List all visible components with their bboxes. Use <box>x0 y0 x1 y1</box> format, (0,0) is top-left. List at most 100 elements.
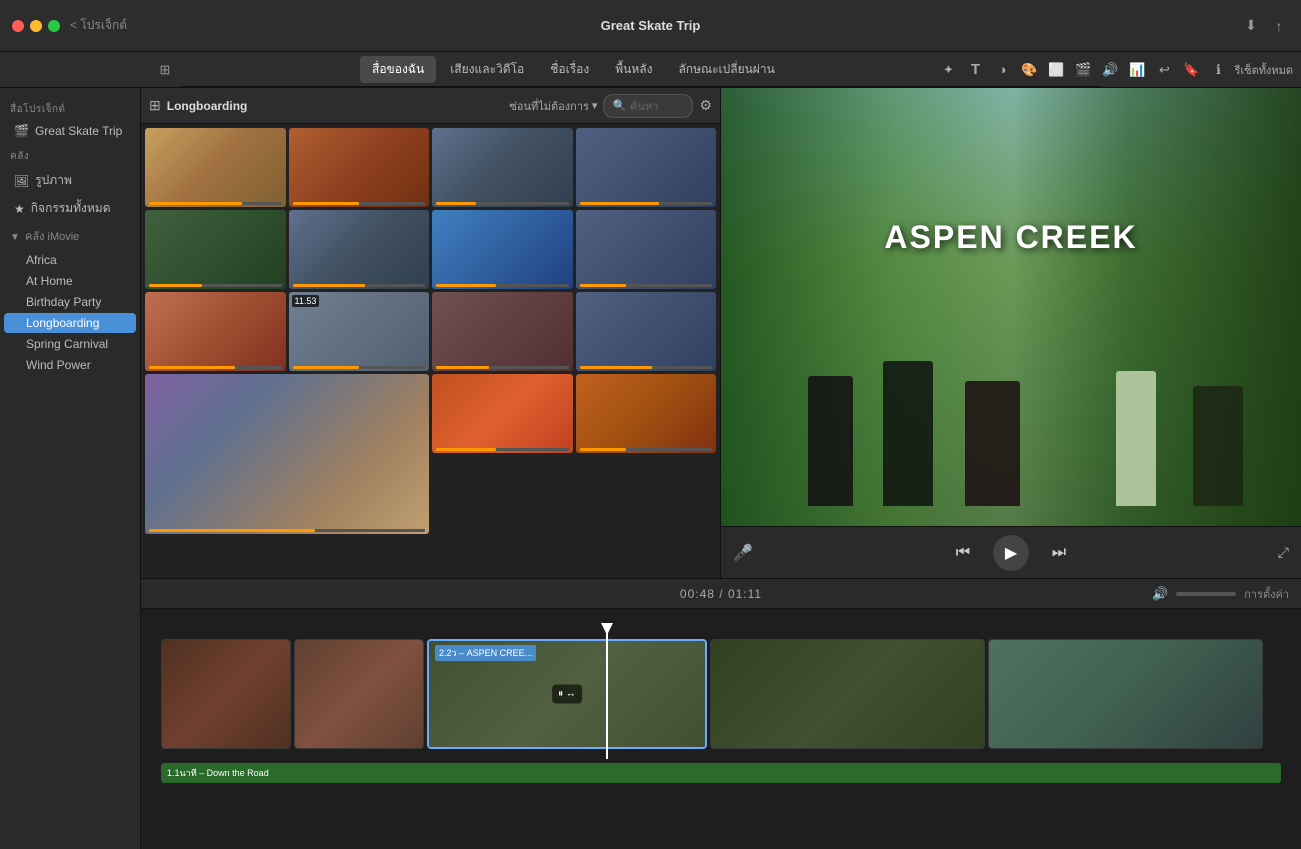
photo-icon: 🖼 <box>14 174 29 188</box>
clip-selected[interactable]: 2.2ว – ASPEN CREE... ⏸ ↔ <box>427 639 707 749</box>
microphone-icon[interactable]: 🎤 <box>733 543 753 563</box>
crop-magic-icon[interactable]: ✦ <box>937 59 959 81</box>
window-title: Great Skate Trip <box>601 18 701 33</box>
thumbnail[interactable] <box>432 128 573 207</box>
preview-title: ASPEN CREEK <box>884 219 1137 256</box>
reset-all-label[interactable]: รีเซ็ตทั้งหมด <box>1234 61 1293 79</box>
thumbnail[interactable] <box>145 128 286 207</box>
tab-transition[interactable]: ลักษณะเปลี่ยนผ่าน <box>666 56 786 83</box>
preview-panel: ASPEN CREEK 🎤 ⏮ ▶ ⏭ ⤢ <box>721 88 1301 578</box>
clip[interactable] <box>988 639 1263 749</box>
sidebar-imovie-label: คลัง iMovie <box>25 231 79 243</box>
thumbnail[interactable] <box>432 374 573 453</box>
tab-title[interactable]: ชื่อเรื่อง <box>538 56 601 83</box>
sidebar-item-spring-carnival[interactable]: Spring Carnival <box>4 334 136 354</box>
sidebar-photos-label: รูปภาพ <box>35 171 72 190</box>
thumbnail[interactable] <box>145 210 286 289</box>
sidebar-item-photos[interactable]: 🖼 รูปภาพ <box>4 167 136 194</box>
back-button[interactable]: โปรเจ็กต์ <box>70 16 127 35</box>
settings-label[interactable]: การตั้งค่า <box>1244 585 1289 603</box>
thumbnail[interactable] <box>576 292 717 371</box>
thumbnail[interactable] <box>289 128 430 207</box>
time-display: 00:48 / 01:11 <box>680 587 762 601</box>
thumbnail[interactable] <box>432 292 573 371</box>
share-icon[interactable]: ↑ <box>1269 16 1289 36</box>
info-icon[interactable]: ℹ <box>1207 59 1229 81</box>
browser-settings-icon[interactable]: ⚙ <box>699 97 712 114</box>
thumbnail[interactable] <box>145 292 286 371</box>
close-button[interactable] <box>12 20 24 32</box>
movie-icon: 🎬 <box>14 124 29 138</box>
clip-label: 2.2ว – ASPEN CREE... <box>435 645 536 661</box>
play-button[interactable]: ▶ <box>993 535 1029 571</box>
clip[interactable] <box>161 639 291 749</box>
thumbnail-wide[interactable] <box>145 374 429 534</box>
clip[interactable] <box>294 639 424 749</box>
sidebar-item-project[interactable]: 🎬 Great Skate Trip <box>4 120 136 142</box>
browser-grid: 11.53 <box>141 124 720 578</box>
tab-background[interactable]: พื้นหลัง <box>603 56 664 83</box>
playhead[interactable] <box>606 629 608 759</box>
sidebar-item-wind-power[interactable]: Wind Power <box>4 355 136 375</box>
sidebar-item-longboarding[interactable]: Longboarding <box>4 313 136 333</box>
content-area: ⊞ Longboarding ซ่อนที่ไม่ต้องการ ▾ 🔍 ค้น… <box>141 88 1301 849</box>
sidebar-item-africa[interactable]: Africa <box>4 250 136 270</box>
titlebar-right-controls: ⬇ ↑ <box>1241 16 1289 36</box>
browser-header: ⊞ Longboarding ซ่อนที่ไม่ต้องการ ▾ 🔍 ค้น… <box>141 88 720 124</box>
speed-icon[interactable]: ↩ <box>1153 59 1175 81</box>
thumbnail[interactable] <box>432 210 573 289</box>
preview-controls: 🎤 ⏮ ▶ ⏭ ⤢ <box>721 526 1301 578</box>
filter-icon[interactable]: 🎨 <box>1018 59 1040 81</box>
search-box[interactable]: 🔍 ค้นหา <box>603 94 693 118</box>
grid-view-icon[interactable]: ⊞ <box>155 60 175 80</box>
sidebar-project-label: Great Skate Trip <box>35 124 122 138</box>
browser-title: Longboarding <box>167 99 504 113</box>
fullscreen-icon[interactable]: ⤢ <box>1278 544 1289 561</box>
traffic-lights <box>12 20 60 32</box>
sidebar-item-birthday-party[interactable]: Birthday Party <box>4 292 136 312</box>
skip-back-button[interactable]: ⏮ <box>949 539 977 567</box>
browser-grid-icon[interactable]: ⊞ <box>149 97 161 114</box>
sidebar-imovie-group[interactable]: ▼ คลัง iMovie <box>0 223 140 249</box>
volume-icon[interactable]: 🔊 <box>1099 59 1121 81</box>
chevron-down-icon: ▼ <box>10 232 20 243</box>
import-icon[interactable]: ⬇ <box>1241 16 1261 36</box>
timeline-area: 00:48 / 01:11 🔊 การตั้งค่า <box>141 578 1301 849</box>
clip-icon[interactable]: 🔖 <box>1180 59 1202 81</box>
thumbnail[interactable] <box>576 128 717 207</box>
media-browser: ⊞ Longboarding ซ่อนที่ไม่ต้องการ ▾ 🔍 ค้น… <box>141 88 721 578</box>
tab-media[interactable]: สื่อของฉัน <box>360 56 436 83</box>
sidebar-all-events-label: กิจกรรมทั้งหมด <box>31 199 111 218</box>
stabilize-icon[interactable]: 🎬 <box>1072 59 1094 81</box>
timeline-right-controls: 🔊 การตั้งค่า <box>1152 585 1289 603</box>
crop-icon[interactable]: ⬜ <box>1045 59 1067 81</box>
clip[interactable] <box>710 639 985 749</box>
equalizer-icon[interactable]: 📊 <box>1126 59 1148 81</box>
upper-panel: ⊞ Longboarding ซ่อนที่ไม่ต้องการ ▾ 🔍 ค้น… <box>141 88 1301 578</box>
tab-audio[interactable]: เสียงและวิดีโอ <box>438 56 536 83</box>
timeline-content: 2.2ว – ASPEN CREE... ⏸ ↔ <box>141 609 1301 849</box>
preview-video: ASPEN CREEK <box>721 88 1301 526</box>
thumbnail[interactable]: 11.53 <box>289 292 430 371</box>
thumbnail[interactable] <box>576 374 717 453</box>
hide-label: ซ่อนที่ไม่ต้องการ <box>509 97 589 115</box>
search-placeholder: ค้นหา <box>630 97 658 115</box>
text-icon[interactable]: T <box>964 59 986 81</box>
minimize-button[interactable] <box>30 20 42 32</box>
thumbnail[interactable] <box>289 210 430 289</box>
sidebar-library-section: คลัง <box>0 143 140 166</box>
color-icon[interactable]: ◑ <box>991 59 1013 81</box>
hide-control[interactable]: ซ่อนที่ไม่ต้องการ ▾ <box>509 97 597 115</box>
skip-forward-button[interactable]: ⏭ <box>1045 539 1073 567</box>
thumbnail[interactable] <box>576 210 717 289</box>
main-track: 2.2ว – ASPEN CREE... ⏸ ↔ <box>141 629 1301 759</box>
sidebar-item-at-home[interactable]: At Home <box>4 271 136 291</box>
maximize-button[interactable] <box>48 20 60 32</box>
zoom-slider[interactable] <box>1176 592 1236 596</box>
timeline-header: 00:48 / 01:11 🔊 การตั้งค่า <box>141 579 1301 609</box>
volume-slider-icon[interactable]: 🔊 <box>1152 586 1168 602</box>
main-area: สื่อโปรเจ็กต์ 🎬 Great Skate Trip คลัง 🖼 … <box>0 88 1301 849</box>
duration-badge: 11.53 <box>292 295 320 307</box>
timeline-tracks: 2.2ว – ASPEN CREE... ⏸ ↔ <box>141 609 1301 819</box>
sidebar-item-all-events[interactable]: ★ กิจกรรมทั้งหมด <box>4 195 136 222</box>
